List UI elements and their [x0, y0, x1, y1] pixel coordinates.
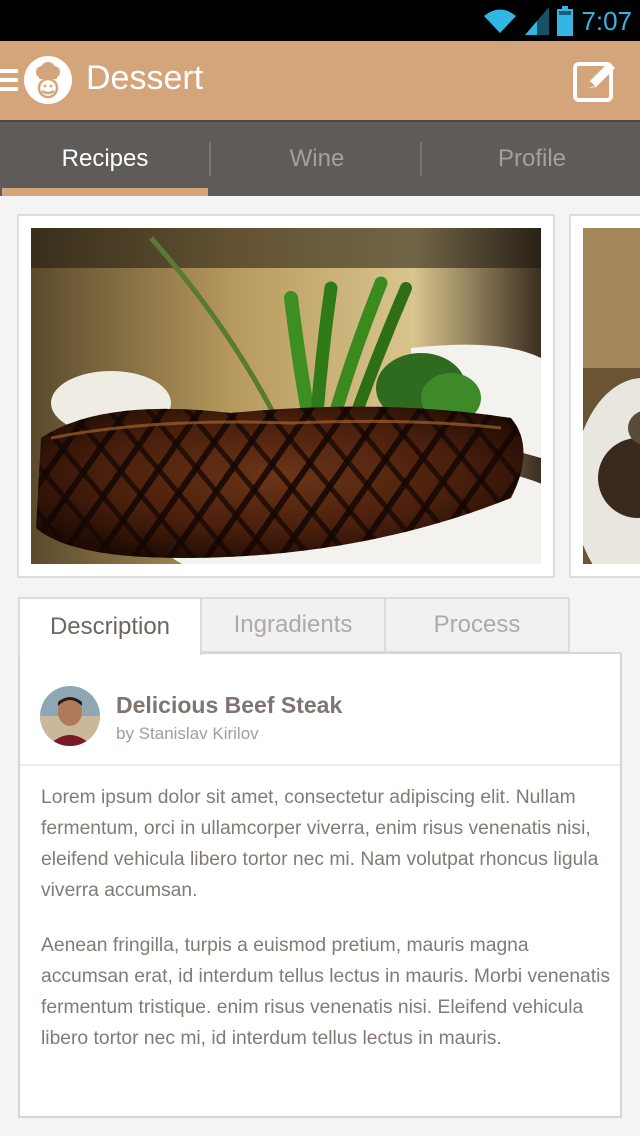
battery-icon [557, 6, 574, 36]
grilled-steak-photo [31, 228, 541, 564]
tab-process[interactable]: Process [384, 597, 570, 653]
tab-recipes[interactable]: Recipes [0, 122, 210, 196]
recipe-title: Delicious Beef Steak [116, 692, 343, 718]
signal-icon [525, 7, 550, 35]
status-time: 7:07 [581, 5, 632, 36]
tab-description[interactable]: Description [18, 597, 202, 655]
recipe-author[interactable]: by Stanislav Kirilov [116, 724, 259, 744]
divider [20, 764, 620, 766]
active-tab-indicator [2, 188, 208, 196]
tab-wine[interactable]: Wine [212, 122, 422, 196]
wifi-icon [484, 9, 517, 33]
app-title: Dessert [86, 59, 204, 97]
edit-icon[interactable] [572, 58, 618, 104]
top-nav: Recipes Wine Profile [0, 120, 640, 196]
app-bar: Dessert [0, 41, 640, 120]
next-image-card[interactable] [569, 214, 640, 578]
next-dish-photo [583, 228, 640, 564]
description-paragraph: Aenean fringilla, turpis a euismod preti… [41, 935, 611, 1049]
description-panel: Delicious Beef Steak by Stanislav Kirilo… [18, 652, 622, 1118]
tab-divider [420, 142, 422, 176]
description-paragraph: Lorem ipsum dolor sit amet, consectetur … [41, 787, 599, 901]
menu-icon[interactable] [0, 69, 18, 91]
tab-ingredients[interactable]: Ingradients [200, 597, 386, 653]
chef-logo-icon[interactable] [24, 56, 72, 104]
recipe-image-card[interactable] [17, 214, 555, 578]
status-bar: 7:07 [0, 0, 640, 41]
status-icons: 7:07 [483, 4, 632, 38]
tab-divider [209, 142, 211, 176]
tab-profile[interactable]: Profile [424, 122, 640, 196]
avatar[interactable] [40, 686, 100, 746]
